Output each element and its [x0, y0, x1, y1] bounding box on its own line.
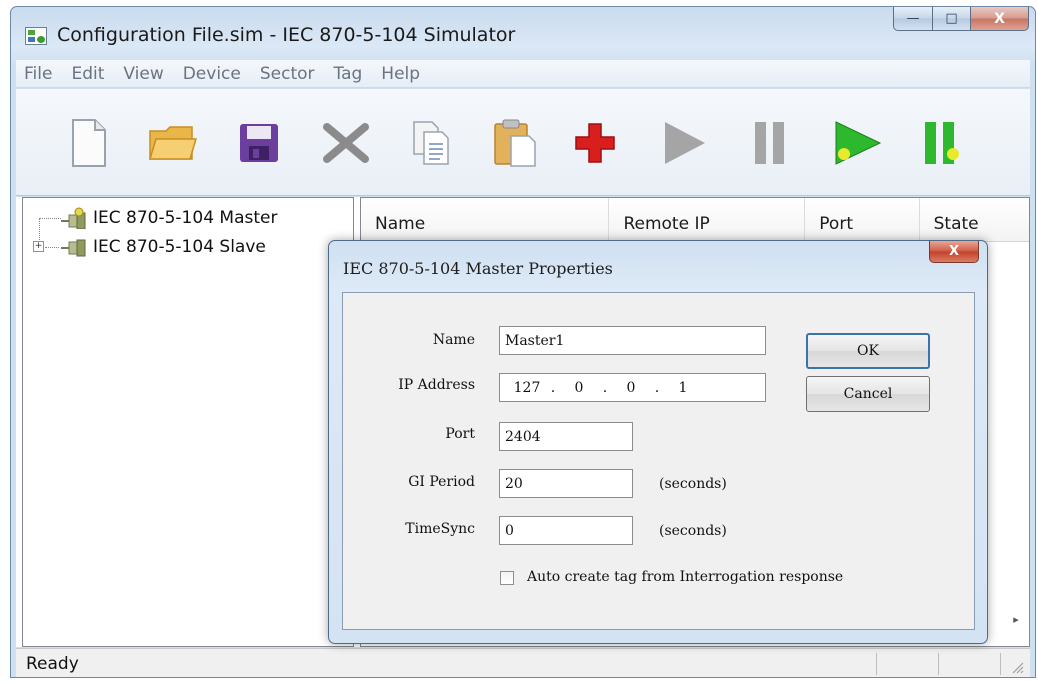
- start-all-button[interactable]: [826, 89, 890, 196]
- expand-toggle[interactable]: +: [33, 241, 44, 252]
- menu-file[interactable]: File: [24, 64, 52, 84]
- pause-all-icon: [925, 121, 959, 164]
- copy-icon: [413, 120, 449, 165]
- menu-bar: File Edit View Device Sector Tag Help: [16, 60, 1030, 88]
- delete-icon: [323, 122, 369, 163]
- slave-device-icon: [61, 239, 86, 257]
- pause-icon: [755, 121, 784, 164]
- delete-button[interactable]: [314, 89, 378, 196]
- status-bar: Ready: [16, 648, 1030, 677]
- dialog-close-button[interactable]: X: [929, 241, 979, 263]
- title-bar[interactable]: Configuration File.sim - IEC 870-5-104 S…: [11, 7, 1035, 59]
- column-name[interactable]: Name: [361, 198, 610, 242]
- timesync-unit: (seconds): [659, 523, 727, 539]
- ip-octet: 0: [574, 379, 584, 396]
- gi-period-unit: (seconds): [659, 476, 727, 492]
- save-icon: [240, 123, 278, 162]
- tree-item-label: IEC 870-5-104 Master: [93, 208, 278, 228]
- paste-button[interactable]: [483, 89, 547, 196]
- new-file-icon: [72, 118, 106, 167]
- maximize-button[interactable]: □: [933, 7, 971, 31]
- start-button[interactable]: [653, 89, 717, 196]
- column-remote-ip[interactable]: Remote IP: [609, 198, 806, 242]
- paste-icon: [494, 119, 536, 167]
- master-device-icon: [61, 207, 86, 229]
- add-icon: [575, 122, 615, 163]
- window-title: Configuration File.sim - IEC 870-5-104 S…: [57, 24, 516, 46]
- status-text: Ready: [26, 653, 79, 674]
- dialog-title: IEC 870-5-104 Master Properties: [343, 259, 613, 278]
- name-field[interactable]: Master1: [499, 326, 766, 355]
- app-icon: [25, 27, 47, 45]
- ip-address-field[interactable]: 127 . 0 . 0 . 1: [499, 373, 766, 402]
- timesync-field[interactable]: 0: [499, 516, 633, 545]
- menu-view[interactable]: View: [123, 64, 163, 84]
- dialog-body: Name Master1 IP Address 127 . 0 . 0 . 1 …: [342, 292, 975, 630]
- resize-grip[interactable]: [1010, 660, 1026, 676]
- column-port[interactable]: Port: [805, 198, 920, 242]
- column-state[interactable]: State: [920, 198, 1029, 242]
- save-button[interactable]: [227, 89, 291, 196]
- close-button[interactable]: X: [971, 7, 1029, 31]
- pause-all-button[interactable]: [911, 89, 975, 196]
- scroll-right-button[interactable]: ▸: [1005, 608, 1027, 630]
- add-button[interactable]: [563, 89, 627, 196]
- menu-help[interactable]: Help: [381, 64, 420, 84]
- ip-separator: .: [550, 379, 556, 396]
- cancel-button[interactable]: Cancel: [806, 376, 930, 412]
- minimize-button[interactable]: —: [893, 7, 933, 31]
- menu-device[interactable]: Device: [183, 64, 241, 84]
- gi-period-label: GI Period: [408, 474, 475, 490]
- tree-item-slave[interactable]: IEC 870-5-104 Slave: [59, 233, 266, 261]
- ip-separator: .: [602, 379, 608, 396]
- auto-create-tag-label: Auto create tag from Interrogation respo…: [527, 569, 844, 585]
- device-tree: IEC 870-5-104 Master + IEC 870-5-104 Sla…: [22, 197, 354, 647]
- gi-period-field[interactable]: 20: [499, 469, 633, 498]
- start-all-icon: [835, 120, 882, 165]
- window-controls: — □ X: [893, 7, 1029, 31]
- toolbar: [16, 89, 1030, 196]
- master-properties-dialog: IEC 870-5-104 Master Properties X Name M…: [328, 240, 988, 644]
- name-label: Name: [432, 332, 475, 348]
- ip-address-label: IP Address: [398, 377, 475, 393]
- ip-octet: 127: [513, 379, 541, 396]
- ip-separator: .: [654, 379, 660, 396]
- play-icon: [665, 121, 705, 164]
- pause-button[interactable]: [738, 89, 802, 196]
- auto-create-tag-checkbox[interactable]: [500, 571, 514, 585]
- ok-button[interactable]: OK: [806, 333, 930, 369]
- copy-button[interactable]: [399, 89, 463, 196]
- open-folder-icon: [148, 125, 198, 160]
- tree-item-label: IEC 870-5-104 Slave: [93, 237, 266, 257]
- new-file-button[interactable]: [57, 89, 121, 196]
- port-field[interactable]: 2404: [499, 422, 633, 451]
- tree-item-master[interactable]: IEC 870-5-104 Master: [59, 204, 277, 232]
- menu-sector[interactable]: Sector: [260, 64, 315, 84]
- port-label: Port: [445, 426, 475, 442]
- ip-octet: 1: [678, 379, 688, 396]
- menu-edit[interactable]: Edit: [71, 64, 104, 84]
- open-button[interactable]: [141, 89, 205, 196]
- menu-tag[interactable]: Tag: [334, 64, 363, 84]
- timesync-label: TimeSync: [405, 521, 475, 537]
- list-header: Name Remote IP Port State: [361, 198, 1029, 242]
- ip-octet: 0: [626, 379, 636, 396]
